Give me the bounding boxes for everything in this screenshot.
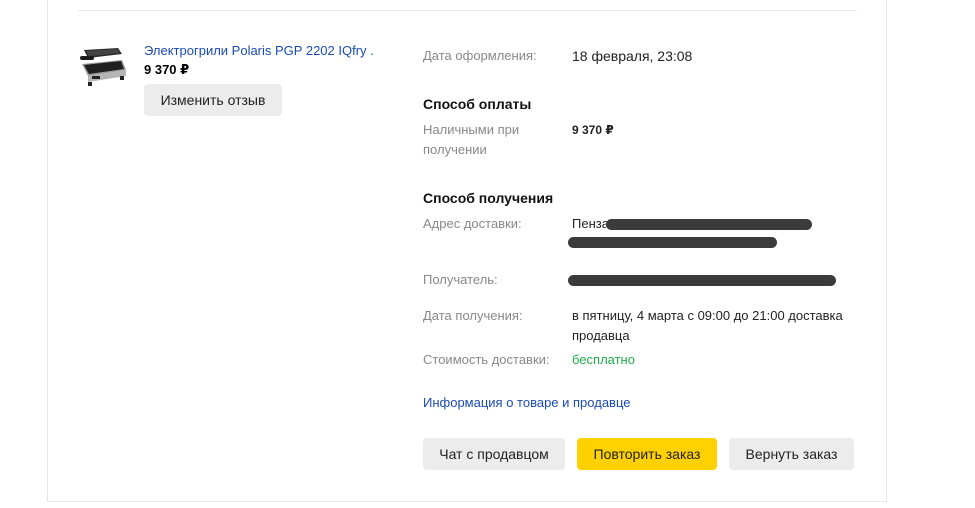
chat-with-seller-button[interactable]: Чат с продавцом <box>423 438 565 470</box>
delivery-cost-label: Стоимость доставки: <box>423 352 550 367</box>
delivery-section-title: Способ получения <box>423 190 554 206</box>
order-date-label: Дата оформления: <box>423 48 537 63</box>
payment-amount: 9 370 ₽ <box>572 123 614 137</box>
recipient-label: Получатель: <box>423 272 498 287</box>
delivery-address-value: Пенза <box>572 216 609 231</box>
top-divider <box>78 10 857 11</box>
redaction-bar <box>606 219 812 230</box>
payment-method-label: Наличными при получении <box>423 122 520 157</box>
product-title-link[interactable]: Электрогрили Polaris PGP 2202 IQfry . <box>144 43 374 58</box>
delivery-date-value: в пятницу, 4 марта с 09:00 до 21:00 дост… <box>572 308 843 343</box>
product-seller-info-link[interactable]: Информация о товаре и продавце <box>423 395 631 410</box>
redaction-bar <box>568 237 777 248</box>
edit-review-button[interactable]: Изменить отзыв <box>144 84 282 116</box>
order-date-value: 18 февраля, 23:08 <box>572 48 693 64</box>
redaction-bar <box>568 275 836 286</box>
delivery-date-label: Дата получения: <box>423 308 523 323</box>
product-price: 9 370 ₽ <box>144 62 190 77</box>
product-image[interactable] <box>78 42 128 90</box>
return-order-button[interactable]: Вернуть заказ <box>729 438 854 470</box>
payment-section-title: Способ оплаты <box>423 96 532 112</box>
delivery-cost-value: бесплатно <box>572 352 635 367</box>
delivery-address-label: Адрес доставки: <box>423 216 522 231</box>
repeat-order-button[interactable]: Повторить заказ <box>577 438 717 470</box>
